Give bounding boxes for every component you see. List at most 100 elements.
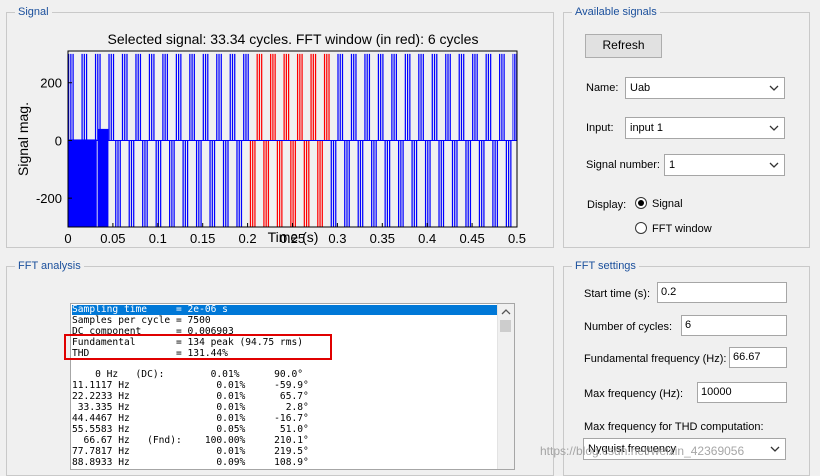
fft-result-row[interactable]: 44.4467 Hz 0.01% -16.7° — [72, 414, 309, 424]
signal-pulse — [151, 53, 153, 141]
signal-pulse — [146, 140, 148, 227]
fft-result-row[interactable]: 11.1117 Hz 0.01% -59.9° — [72, 381, 309, 391]
signal-pulse — [238, 140, 240, 227]
y-axis: 200 0 -200 — [36, 76, 72, 206]
signal-pulse — [180, 53, 182, 141]
signal-pulse — [499, 53, 501, 141]
signal-number-dropdown[interactable]: 1 — [664, 154, 785, 176]
signal-pulse — [157, 140, 160, 227]
chevron-down-icon — [769, 162, 779, 168]
signal-pulse — [276, 140, 279, 227]
x-tick-label: 0 — [64, 231, 71, 246]
signal-pulse — [202, 53, 204, 141]
signal-pulse — [442, 140, 445, 227]
signal-pulse — [310, 53, 312, 141]
input-dropdown[interactable]: input 1 — [625, 117, 785, 139]
signal-pulse — [366, 53, 368, 141]
scroll-up-icon[interactable] — [498, 304, 514, 320]
signal-pulse — [458, 53, 460, 141]
signal-pulse — [272, 53, 274, 141]
start-time-label: Start time (s): — [584, 288, 651, 300]
num-cycles-field[interactable]: 6 — [681, 315, 787, 336]
signal-pulse — [173, 140, 175, 227]
refresh-button[interactable]: Refresh — [585, 34, 662, 58]
available-signals-title: Available signals — [572, 5, 660, 19]
signal-pulse — [478, 140, 481, 227]
signal-pulse — [220, 53, 222, 141]
signal-pulse — [357, 140, 359, 227]
signal-pulse — [436, 53, 438, 141]
display-signal-radio[interactable] — [635, 197, 647, 209]
display-fft-window-label[interactable]: FFT window — [652, 222, 712, 236]
signal-pulse — [397, 140, 400, 227]
signal-pulse — [314, 53, 317, 141]
signal-panel-title: Signal — [15, 5, 52, 19]
display-fft-window-radio[interactable] — [635, 222, 647, 234]
fft-result-row[interactable]: 0 Hz (DC): 0.01% 90.0° — [72, 370, 303, 380]
signal-pulse — [515, 53, 517, 141]
signal-pulse — [175, 53, 177, 141]
signal-pulse — [213, 140, 216, 227]
signal-pulse — [164, 53, 166, 141]
signal-pulse — [490, 53, 492, 141]
signal-pulse — [222, 140, 225, 227]
chevron-down-icon — [769, 85, 779, 91]
x-tick-label: 0.3 — [328, 231, 346, 246]
start-time-field[interactable]: 0.2 — [657, 282, 787, 303]
signal-pulse — [510, 140, 512, 227]
signal-pulse — [501, 53, 503, 141]
signal-number-label: Signal number: — [586, 159, 660, 171]
signal-pulse — [265, 140, 267, 227]
signal-pulse — [460, 53, 463, 141]
signal-pulse — [133, 140, 135, 227]
signal-pulse — [344, 140, 346, 227]
name-dropdown[interactable]: Uab — [625, 77, 785, 99]
y-tick-label: -200 — [36, 191, 62, 206]
chevron-down-icon — [770, 446, 780, 452]
signal-pulse — [377, 53, 380, 141]
signal-pulse — [512, 53, 514, 141]
fft-result-row[interactable]: 55.5583 Hz 0.05% 51.0° — [72, 424, 309, 435]
signal-pulse — [209, 140, 211, 227]
signal-pulse — [126, 53, 128, 141]
signal-pulse — [431, 53, 433, 141]
signal-pulse — [162, 53, 164, 141]
display-signal-label[interactable]: Signal — [652, 197, 683, 211]
signal-pulse — [258, 53, 261, 141]
signal-pulse — [148, 53, 151, 141]
signal-pulse — [231, 53, 234, 141]
fft-settings-title: FFT settings — [572, 259, 639, 273]
signal-pulse — [382, 53, 384, 141]
fft-result-row[interactable]: 33.335 Hz 0.01% 2.8° — [72, 403, 309, 413]
signal-pulse — [112, 53, 115, 141]
fft-result-row[interactable]: 66.67 Hz (Fnd): 100.00% 210.1° — [72, 435, 309, 446]
signal-pulse — [337, 53, 339, 141]
fft-results-list[interactable]: 88.8933 Hz 0.09% 108.9° 77.7817 Hz 0.01% … — [70, 303, 515, 470]
signal-pulse — [335, 140, 337, 227]
fft-results-scrollbar[interactable] — [497, 304, 514, 469]
signal-pulse — [445, 53, 447, 141]
signal-pulse — [469, 140, 472, 227]
signal-pulse — [451, 140, 454, 227]
max-frequency-field[interactable]: 10000 — [697, 382, 787, 403]
x-tick-label: 0.05 — [100, 231, 125, 246]
fft-result-row[interactable]: Samples per cycle = 7500 — [72, 315, 211, 326]
signal-pulse — [406, 53, 409, 141]
signal-pulse — [409, 53, 411, 141]
fft-result-row[interactable]: 77.7817 Hz 0.01% 219.5° — [72, 446, 309, 457]
signal-pulse — [447, 53, 449, 141]
signal-pulse — [287, 53, 290, 141]
signal-pulse — [440, 140, 442, 227]
signal-pulse — [355, 53, 357, 141]
fft-result-row[interactable]: Sampling time = 2e-06 s — [72, 305, 498, 315]
signal-pulse — [292, 140, 294, 227]
fft-result-row[interactable]: 22.2233 Hz 0.01% 65.7° — [72, 392, 309, 402]
signal-pulse — [474, 53, 476, 141]
signal-pulse — [144, 140, 146, 227]
fundamental-frequency-field[interactable]: 66.67 — [729, 347, 787, 368]
signal-pulse — [227, 140, 229, 227]
scroll-thumb[interactable] — [500, 320, 511, 332]
signal-pulse — [400, 140, 402, 227]
signal-pulse — [507, 140, 510, 227]
fft-result-row[interactable]: 88.8933 Hz 0.09% 108.9° — [72, 457, 309, 468]
